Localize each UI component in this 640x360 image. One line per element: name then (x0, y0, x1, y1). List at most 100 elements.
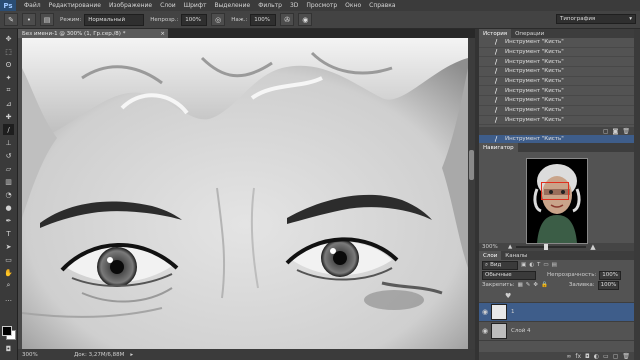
new-document-icon[interactable]: ▢ (603, 128, 609, 135)
trash-icon[interactable]: 🗑 (622, 128, 630, 135)
layer-opacity-field[interactable]: 100% (599, 270, 622, 280)
menu-layers[interactable]: Слои (156, 2, 180, 9)
tab-history[interactable]: История (479, 29, 512, 38)
menu-type[interactable]: Шрифт (180, 2, 211, 9)
history-brush-tool-icon[interactable]: ↺ (3, 150, 14, 161)
lock-paint-icon[interactable]: ✎ (526, 282, 531, 288)
hand-tool-icon[interactable]: ✋ (3, 267, 14, 278)
filter-pixel-icon[interactable]: ▣ (521, 262, 526, 268)
fx-icon[interactable]: fx (575, 353, 581, 360)
menu-file[interactable]: Файл (20, 2, 45, 9)
canvas-scroll-thumb[interactable] (469, 150, 474, 180)
lock-all-icon[interactable]: 🔒 (541, 282, 548, 288)
mask-icon[interactable]: ◘ (585, 353, 590, 360)
brush-tool-icon[interactable]: / (3, 124, 14, 135)
menu-help[interactable]: Справка (365, 2, 399, 9)
eraser-tool-icon[interactable]: ▱ (3, 163, 14, 174)
history-step[interactable]: / Инструмент "Кисть" (479, 57, 634, 68)
mode-select[interactable]: Нормальный (84, 13, 145, 26)
crop-tool-icon[interactable]: ⌗ (3, 85, 14, 96)
document-tab[interactable]: Без имени-1 @ 300% (1, Гр.сер./8) * × (18, 29, 168, 38)
brush-preset-icon[interactable]: ✎ (4, 13, 18, 26)
brush-panel-icon[interactable]: ▤ (40, 13, 54, 26)
navigator-view-rect[interactable] (541, 182, 569, 200)
move-tool-icon[interactable]: ✥ (3, 33, 14, 44)
zoom-slider[interactable] (516, 244, 587, 250)
layer-row[interactable]: ◉ Слой 4 (479, 322, 634, 341)
zoom-out-icon[interactable]: ▲ (508, 244, 512, 250)
tab-layers[interactable]: Слои (479, 251, 502, 260)
status-arrow-icon[interactable]: ▸ (130, 352, 133, 358)
layer-name[interactable]: 1 (511, 309, 515, 315)
history-step[interactable]: / Инструмент "Кисть" (479, 86, 634, 97)
healing-tool-icon[interactable]: ✚ (3, 111, 14, 122)
blend-mode-select[interactable]: Обычные (482, 270, 536, 280)
visibility-eye-icon[interactable]: ◉ (479, 308, 491, 316)
brush-size-icon[interactable]: • (22, 13, 36, 26)
trash-icon[interactable]: 🗑 (622, 353, 630, 360)
zoom-tool-icon[interactable]: ⌕ (3, 280, 14, 291)
blur-tool-icon[interactable]: ◔ (3, 189, 14, 200)
history-step[interactable]: / Инструмент "Кисть" (479, 38, 634, 48)
status-zoom[interactable]: 300% (22, 352, 52, 358)
history-step[interactable]: / Инструмент "Кисть" (479, 116, 634, 126)
panels-scrollbar[interactable] (634, 29, 640, 360)
dodge-tool-icon[interactable]: ● (3, 202, 14, 213)
snapshot-icon[interactable]: ◙ (613, 128, 619, 135)
gradient-tool-icon[interactable]: ▥ (3, 176, 14, 187)
folder-icon[interactable]: ▭ (603, 353, 609, 360)
history-step[interactable]: / Инструмент "Кисть" (479, 106, 634, 116)
quick-mask-icon[interactable]: ◘ (3, 343, 14, 354)
pen-tool-icon[interactable]: ✒ (3, 215, 14, 226)
visibility-eye-icon[interactable]: ◉ (479, 327, 491, 335)
lock-move-icon[interactable]: ✥ (533, 282, 538, 288)
quick-select-tool-icon[interactable]: ✦ (3, 72, 14, 83)
pressure-field[interactable]: 100% (250, 13, 277, 26)
layer-name[interactable]: Слой 4 (511, 328, 531, 334)
history-step[interactable]: / Инструмент "Кисть" (479, 77, 634, 87)
tab-actions[interactable]: Операции (511, 29, 548, 38)
new-layer-icon[interactable]: ▢ (613, 353, 619, 360)
link-icon[interactable]: ∞ (566, 353, 571, 360)
eyedropper-tool-icon[interactable]: ⊿ (3, 98, 14, 109)
tab-channels[interactable]: Каналы (501, 251, 531, 260)
adjustment-icon[interactable]: ◐ (594, 353, 599, 360)
menu-filter[interactable]: Фильтр (254, 2, 286, 9)
zoom-slider-handle[interactable] (544, 244, 549, 250)
menu-window[interactable]: Окно (341, 2, 365, 9)
layer-filter-select[interactable]: ⌕ Вид (482, 260, 518, 270)
layer-row[interactable]: ◉ 1 (479, 303, 634, 322)
shape-tool-icon[interactable]: ▭ (3, 254, 14, 265)
airbrush-icon[interactable]: ✇ (280, 13, 295, 26)
filter-shape-icon[interactable]: ▭ (543, 262, 548, 268)
layer-row-partial[interactable]: ♥ (479, 290, 634, 303)
menu-edit[interactable]: Редактирование (45, 2, 105, 9)
more-tools-icon[interactable]: … (3, 293, 14, 304)
document-canvas[interactable] (22, 38, 468, 349)
tab-navigator[interactable]: Навигатор (479, 143, 518, 152)
filter-adjust-icon[interactable]: ◐ (529, 262, 534, 268)
path-select-tool-icon[interactable]: ➤ (3, 241, 14, 252)
workspace-select[interactable]: Типография ▾ (556, 14, 636, 24)
filter-type-icon[interactable]: T (537, 262, 540, 268)
type-tool-icon[interactable]: T (3, 228, 14, 239)
clone-stamp-tool-icon[interactable]: ⊥ (3, 137, 14, 148)
close-icon[interactable]: × (160, 31, 165, 37)
menu-view[interactable]: Просмотр (302, 2, 341, 9)
filter-smart-icon[interactable]: ▤ (552, 262, 557, 268)
menu-select[interactable]: Выделение (210, 2, 254, 9)
lock-pixels-icon[interactable]: ▦ (518, 282, 523, 288)
zoom-in-icon[interactable]: ▲ (590, 243, 595, 251)
menu-image[interactable]: Изображение (105, 2, 156, 9)
opacity-field[interactable]: 100% (181, 13, 208, 26)
menu-3d[interactable]: 3D (286, 2, 302, 9)
navigator-zoom-value[interactable]: 300% (482, 244, 502, 250)
navigator-thumbnail[interactable] (526, 158, 588, 244)
history-step[interactable]: / Инструмент "Кисть" (479, 67, 634, 77)
history-step[interactable]: / Инструмент "Кисть" (479, 48, 634, 58)
marquee-tool-icon[interactable]: ⬚ (3, 46, 14, 57)
fill-field[interactable]: 100% (597, 280, 620, 290)
pressure-opacity-icon[interactable]: ◎ (211, 13, 226, 26)
pressure-size-icon[interactable]: ◉ (298, 13, 313, 26)
foreground-color-swatch[interactable] (2, 326, 12, 336)
